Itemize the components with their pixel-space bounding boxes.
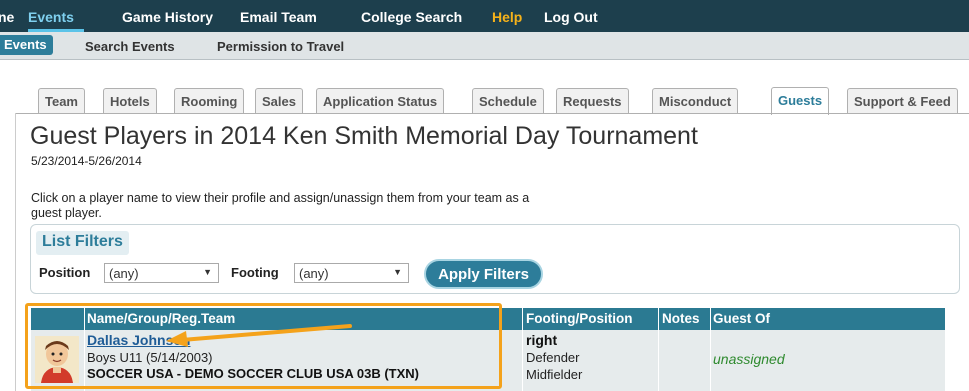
column-divider [522, 308, 523, 391]
subnav-permission-to-travel[interactable]: Permission to Travel [217, 39, 344, 54]
column-divider [710, 308, 711, 391]
nav-game-history[interactable]: Game History [122, 9, 213, 25]
apply-filters-button[interactable]: Apply Filters [424, 259, 543, 289]
nav-home-partial[interactable]: ne [0, 9, 14, 25]
tab-support-feedback[interactable]: Support & Feed [847, 88, 958, 114]
event-dates: 5/23/2014-5/26/2014 [31, 154, 142, 168]
header-footing-position: Footing/Position [526, 311, 633, 326]
nav-log-out[interactable]: Log Out [544, 9, 598, 25]
subnav-events[interactable]: Events [0, 35, 53, 55]
footing-filter-label: Footing [231, 265, 279, 280]
tab-application-status[interactable]: Application Status [316, 88, 445, 114]
tab-rooming[interactable]: Rooming [174, 88, 245, 114]
guest-of-status: unassigned [713, 351, 785, 367]
position-select-value: (any) [109, 266, 139, 281]
tab-schedule[interactable]: Schedule [472, 88, 544, 114]
nav-help[interactable]: Help [492, 9, 522, 25]
tab-hotels[interactable]: Hotels [103, 88, 157, 114]
player-position-secondary: Midfielder [526, 367, 583, 382]
position-filter-label: Position [39, 265, 91, 280]
tab-sales[interactable]: Sales [255, 88, 303, 114]
footing-select-value: (any) [299, 266, 329, 281]
player-position-primary: Defender [526, 350, 580, 365]
arrow-annotation-icon [166, 324, 352, 347]
nav-email-team[interactable]: Email Team [240, 9, 317, 25]
sub-nav: Events Search Events Permission to Trave… [0, 32, 969, 60]
column-divider [658, 308, 659, 391]
subnav-search-events[interactable]: Search Events [85, 39, 175, 54]
tab-misconduct[interactable]: Misconduct [652, 88, 739, 114]
header-guest-of: Guest Of [713, 311, 771, 326]
chevron-down-icon: ▼ [393, 267, 402, 277]
instructions-text: Click on a player name to view their pro… [31, 191, 530, 220]
tab-team[interactable]: Team [38, 88, 85, 114]
page-title: Guest Players in 2014 Ken Smith Memorial… [30, 122, 698, 150]
list-filters-title: List Filters [36, 231, 129, 255]
tab-guests[interactable]: Guests [771, 87, 830, 115]
top-nav: ne Events Game History Email Team Colleg… [0, 0, 969, 32]
chevron-down-icon: ▼ [203, 267, 212, 277]
tab-requests[interactable]: Requests [556, 88, 629, 114]
footing-select[interactable]: (any) ▼ [294, 263, 409, 283]
header-notes: Notes [662, 311, 700, 326]
player-footing: right [526, 332, 558, 348]
nav-events[interactable]: Events [28, 9, 74, 25]
nav-college-search[interactable]: College Search [361, 9, 462, 25]
position-select[interactable]: (any) ▼ [104, 263, 219, 283]
